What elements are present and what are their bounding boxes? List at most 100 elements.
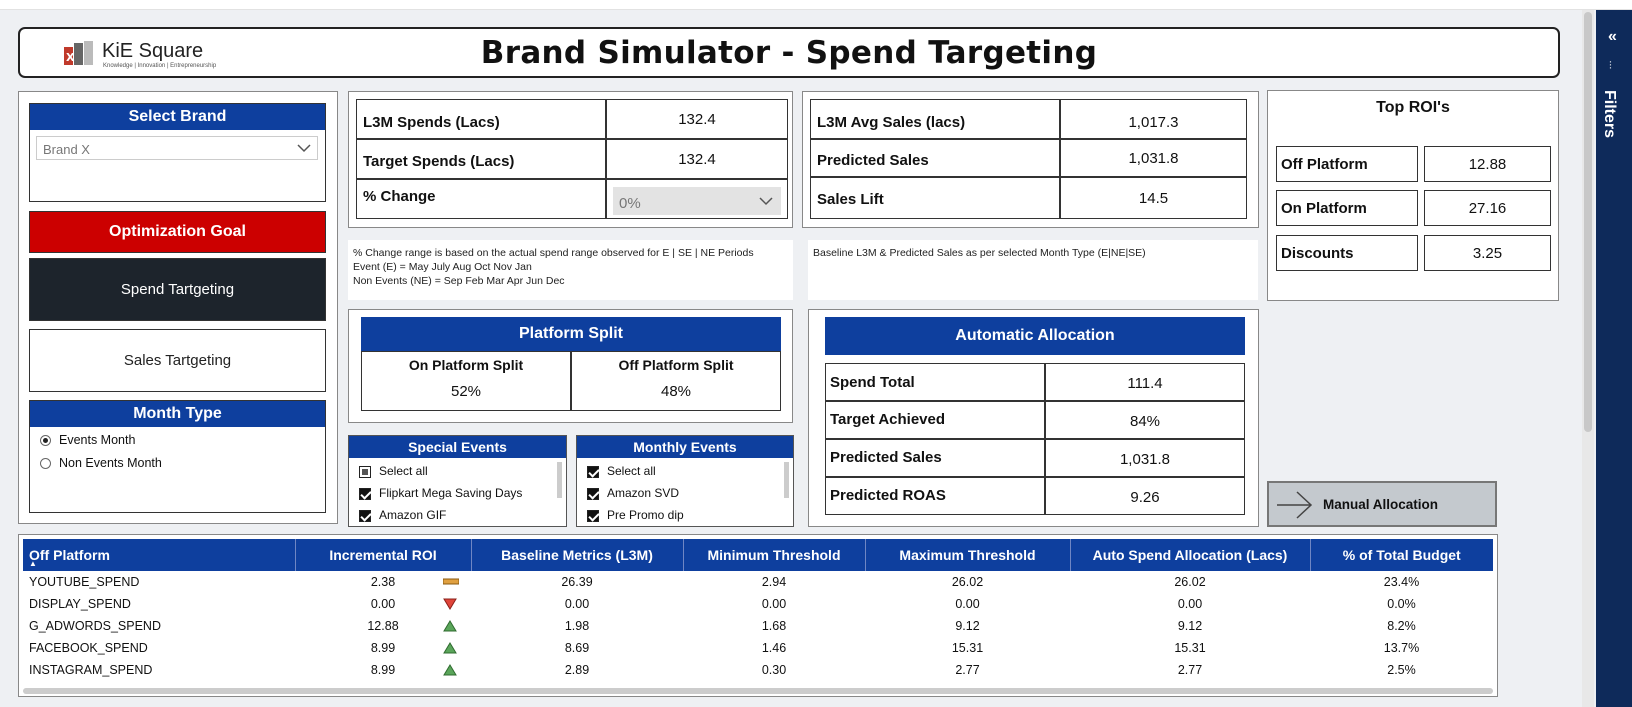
checkbox-partial-icon [359, 465, 371, 478]
sort-ascending-icon[interactable]: ▲ [29, 559, 37, 568]
sales-targeting-button[interactable]: Sales Tartgeting [29, 329, 326, 392]
alloc-value-predicted-roas: 9.26 [1045, 477, 1245, 515]
column-header-auto-spend[interactable]: Auto Spend Allocation (Lacs) [1070, 539, 1311, 571]
column-header-off-platform[interactable]: Off Platform ▲ [23, 539, 296, 571]
table-cell-value: 2.94 [761, 575, 787, 589]
table-cell-baseline: 0.00 [471, 593, 683, 615]
predicted-sales-label-cell: Predicted Sales [810, 139, 1060, 177]
pct-change-value: 0% [619, 195, 641, 212]
column-header-label: Minimum Threshold [707, 547, 841, 563]
table-cell-name: YOUTUBE_SPEND [23, 571, 295, 593]
slicer-item[interactable]: Pre Promo dip [587, 508, 684, 522]
table-cell-pct: 0.0% [1310, 593, 1493, 615]
table-cell-value: 15.31 [1174, 641, 1206, 655]
table-cell-roi: 0.00 [295, 593, 471, 615]
monthly-events-title: Monthly Events [577, 436, 793, 458]
column-header-label: Off Platform [29, 547, 110, 563]
slicer-item-label: Amazon SVD [607, 486, 680, 500]
l3m-avg-sales-value: 1,017.3 [1060, 99, 1247, 139]
off-platform-split-label: Off Platform Split [618, 357, 734, 373]
slicer-scrollbar[interactable] [784, 462, 789, 498]
trend-down-icon [443, 598, 457, 613]
table-cell-value: 13.7% [1383, 641, 1420, 655]
roi-label-cell: On Platform [1276, 190, 1418, 226]
collapse-chevron-icon[interactable]: « [1608, 28, 1617, 46]
table-cell-pct: 2.5% [1310, 659, 1493, 681]
roi-label-cell: Discounts [1276, 235, 1418, 271]
table-cell-value: 26.02 [951, 575, 984, 589]
table-cell-baseline: 26.39 [471, 571, 683, 593]
filter-icon: ⫶ [1609, 60, 1612, 72]
filters-label[interactable]: Filters [1600, 90, 1618, 138]
manual-allocation-button[interactable]: Manual Allocation [1267, 481, 1497, 527]
top-strip [0, 0, 1632, 10]
slicer-item[interactable]: Select all [587, 464, 656, 478]
column-header-min-threshold[interactable]: Minimum Threshold [683, 539, 866, 571]
column-header-label: Auto Spend Allocation (Lacs) [1092, 547, 1288, 563]
table-cell-min: 2.94 [683, 571, 865, 593]
slicer-item[interactable]: Select all [359, 464, 428, 478]
off-platform-split-cell: Off Platform Split 48% [571, 351, 781, 411]
off-platform-split-value: 48% [660, 383, 692, 400]
table-cell-name: INSTAGRAM_SPEND [23, 659, 295, 681]
pct-change-dropdown[interactable]: 0% [613, 187, 781, 215]
table-cell-roi: 8.99 [295, 637, 471, 659]
radio-non-events-month[interactable]: Non Events Month [40, 456, 162, 470]
filters-pane[interactable]: « ⫶ Filters [1596, 10, 1632, 707]
note-line: Non Events (NE) = Sep Feb Mar Apr Jun De… [353, 275, 565, 287]
table-cell-roi: 2.38 [295, 571, 471, 593]
table-cell-value: 9.12 [955, 619, 980, 633]
table-row: DISPLAY_SPEND 0.00 0.00 0.00 0.00 0.00 0.0% [23, 593, 1493, 615]
table-cell-name: FACEBOOK_SPEND [23, 637, 295, 659]
left-control-panel: Select Brand Brand X Optimization Goal S… [18, 91, 338, 524]
table-cell-roi: 12.88 [295, 615, 471, 637]
l3m-spends-label-cell: L3M Spends (Lacs) [356, 99, 606, 139]
checkbox-checked-icon [587, 487, 599, 500]
pct-change-cell: 0% [606, 179, 788, 219]
table-cell-max: 15.31 [865, 637, 1070, 659]
radio-events-month[interactable]: Events Month [40, 433, 135, 447]
slicer-scrollbar[interactable] [557, 462, 562, 498]
table-cell-value: 0.00 [1177, 597, 1203, 611]
l3m-spends-label: L3M Spends (Lacs) [363, 114, 500, 131]
trend-up-icon [443, 642, 457, 657]
table-cell-max: 2.77 [865, 659, 1070, 681]
scrollbar-thumb[interactable] [1584, 12, 1592, 432]
column-header-label: Incremental ROI [329, 547, 437, 563]
table-cell-value: 0.00 [564, 597, 590, 611]
alloc-label-predicted-sales: Predicted Sales [830, 449, 942, 466]
column-header-baseline[interactable]: Baseline Metrics (L3M) [471, 539, 684, 571]
brand-dropdown[interactable]: Brand X [36, 136, 318, 160]
roi-value-discounts: 3.25 [1424, 235, 1551, 271]
column-header-incremental-roi[interactable]: Incremental ROI [295, 539, 472, 571]
table-cell-auto: 2.77 [1070, 659, 1310, 681]
sales-lift-value: 14.5 [1060, 177, 1247, 219]
slicer-item[interactable]: Amazon SVD [587, 486, 679, 500]
slicer-item[interactable]: Flipkart Mega Saving Days [359, 486, 522, 500]
select-brand-card: Select Brand Brand X [29, 103, 326, 202]
scrollbar[interactable] [1582, 10, 1594, 707]
alloc-value-target-achieved: 84% [1045, 401, 1245, 439]
table-cell-value: 0.00 [370, 597, 396, 611]
column-header-label: Baseline Metrics (L3M) [501, 547, 653, 563]
slicer-item[interactable]: Amazon GIF [359, 508, 446, 522]
column-header-max-threshold[interactable]: Maximum Threshold [865, 539, 1071, 571]
table-cell-value: 2.77 [1177, 663, 1203, 677]
select-brand-title: Select Brand [30, 104, 325, 130]
radio-unselected-icon [40, 458, 51, 470]
platform-split-panel: Platform Split On Platform Split 52% Off… [348, 309, 793, 423]
table-cell-value: 2.77 [955, 663, 980, 677]
table-cell-auto: 15.31 [1070, 637, 1310, 659]
radio-selected-icon [40, 435, 51, 447]
spend-targeting-button[interactable]: Spend Tartgeting [29, 258, 326, 321]
column-header-pct-budget[interactable]: % of Total Budget [1310, 539, 1493, 571]
roi-label-off-platform: Off Platform [1281, 156, 1368, 173]
slicer-item-label: Amazon GIF [379, 508, 447, 522]
table-horizontal-scrollbar[interactable] [23, 688, 1493, 694]
table-cell-value: G_ADWORDS_SPEND [29, 619, 161, 633]
note-line: Event (E) = May July Aug Oct Nov Jan [353, 261, 532, 273]
predicted-sales-label: Predicted Sales [817, 152, 929, 169]
table-cell-auto: 0.00 [1070, 593, 1310, 615]
checkbox-checked-icon [587, 465, 599, 478]
automatic-allocation-title: Automatic Allocation [825, 317, 1245, 355]
